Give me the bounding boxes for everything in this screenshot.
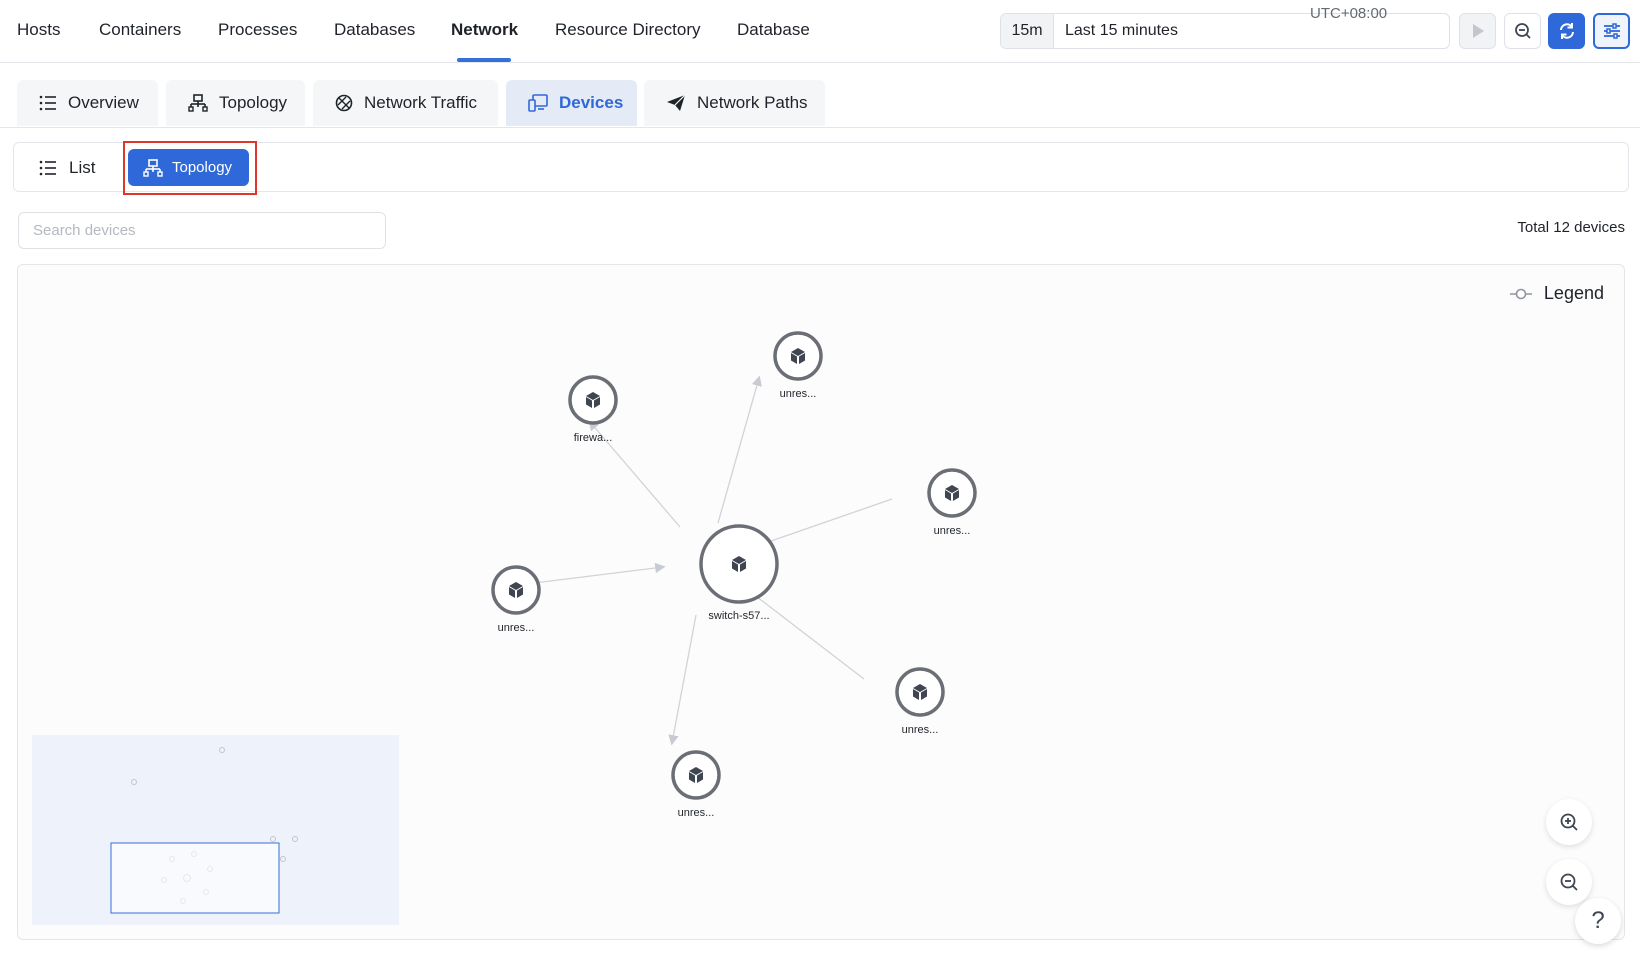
paper-plane-icon: [667, 94, 686, 111]
refresh-icon: [1559, 23, 1574, 39]
help-button[interactable]: ?: [1575, 898, 1621, 944]
time-range-label[interactable]: Last 15 minutes: [1065, 14, 1178, 48]
graph-node-unresolved-south[interactable]: unres...: [671, 750, 721, 819]
tab-overview-label: Overview: [68, 93, 139, 112]
tab-overview[interactable]: Overview: [17, 80, 158, 126]
nav-containers[interactable]: Containers: [99, 20, 181, 40]
graph-node-label: switch-s57...: [708, 610, 769, 622]
graph-node-firewall[interactable]: firewa...: [568, 375, 618, 444]
tab-devices[interactable]: Devices: [506, 80, 637, 126]
zoom-in-button[interactable]: [1546, 799, 1592, 845]
edge-west: [517, 562, 666, 586]
total-devices-count: Total 12 devices: [1517, 219, 1625, 236]
topology-view-label: Topology: [172, 159, 233, 176]
minimap-viewport[interactable]: [110, 842, 280, 914]
edge-southeast: [745, 588, 865, 680]
view-toggle-bar: List Topology: [13, 142, 1629, 192]
topology-canvas[interactable]: Legend switch-s57... firewa... unres... …: [17, 264, 1625, 940]
list-icon: [39, 95, 56, 111]
tab-topology-label: Topology: [219, 93, 288, 112]
graph-node-label: unres...: [902, 724, 939, 736]
graph-node-unresolved-southeast[interactable]: unres...: [895, 667, 945, 736]
graph-minimap[interactable]: [32, 735, 399, 925]
minimap-graphic: [110, 747, 298, 914]
graph-node-unresolved-east[interactable]: unres...: [927, 468, 977, 537]
graph-node-label: unres...: [780, 388, 817, 400]
list-view-label: List: [69, 158, 96, 177]
zoom-in-icon: [1560, 813, 1578, 831]
nav-processes[interactable]: Processes: [218, 20, 297, 40]
topology-icon: [188, 94, 208, 112]
edge-east: [751, 498, 893, 550]
nav-databases[interactable]: Databases: [334, 20, 415, 40]
timezone-label: UTC+08:00: [1310, 5, 1388, 22]
zoom-out-icon: [1514, 23, 1531, 39]
tab-network-paths-label: Network Paths: [697, 93, 808, 112]
search-devices-input[interactable]: [18, 212, 386, 249]
traffic-icon: [335, 94, 353, 112]
nav-hosts[interactable]: Hosts: [17, 20, 60, 40]
time-range-short[interactable]: 15m: [1001, 14, 1054, 48]
edge-south: [668, 614, 697, 746]
play-icon: [1472, 24, 1484, 38]
graph-node-unresolved-north[interactable]: unres...: [773, 331, 823, 400]
list-icon: [39, 160, 56, 176]
topology-view-button[interactable]: Topology: [128, 149, 249, 186]
nav-network[interactable]: Network: [451, 20, 518, 40]
list-view-button[interactable]: List: [39, 152, 95, 184]
tab-network-traffic[interactable]: Network Traffic: [313, 80, 498, 126]
settings-button[interactable]: [1593, 13, 1630, 49]
play-button[interactable]: [1459, 13, 1496, 49]
graph-node-label: unres...: [678, 807, 715, 819]
tab-network-traffic-label: Network Traffic: [364, 93, 478, 112]
settings-sliders-icon: [1603, 23, 1620, 39]
nav-database[interactable]: Database: [737, 20, 810, 40]
refresh-button[interactable]: [1548, 13, 1585, 49]
network-subtabs: Overview Topology Network Traffic Device…: [0, 64, 1640, 128]
zoom-out-icon: [1560, 873, 1578, 891]
tab-devices-label: Devices: [559, 93, 624, 112]
graph-node-label: unres...: [498, 622, 535, 634]
zoom-out-button[interactable]: [1546, 859, 1592, 905]
graph-node-label: firewa...: [574, 432, 613, 444]
topology-icon: [143, 158, 163, 177]
edge-north: [717, 375, 762, 524]
devices-icon: [528, 94, 548, 112]
nav-resource-directory[interactable]: Resource Directory: [555, 20, 701, 40]
graph-node-unresolved-west[interactable]: unres...: [491, 565, 541, 634]
tab-topology[interactable]: Topology: [166, 80, 305, 126]
graph-node-label: unres...: [934, 525, 971, 537]
tab-network-paths[interactable]: Network Paths: [644, 80, 825, 126]
graph-node-switch[interactable]: switch-s57...: [699, 524, 779, 622]
zoom-out-time-button[interactable]: [1504, 13, 1541, 49]
nav-active-indicator: [457, 58, 511, 62]
top-navigation: Hosts Containers Processes Databases Net…: [0, 0, 1640, 63]
